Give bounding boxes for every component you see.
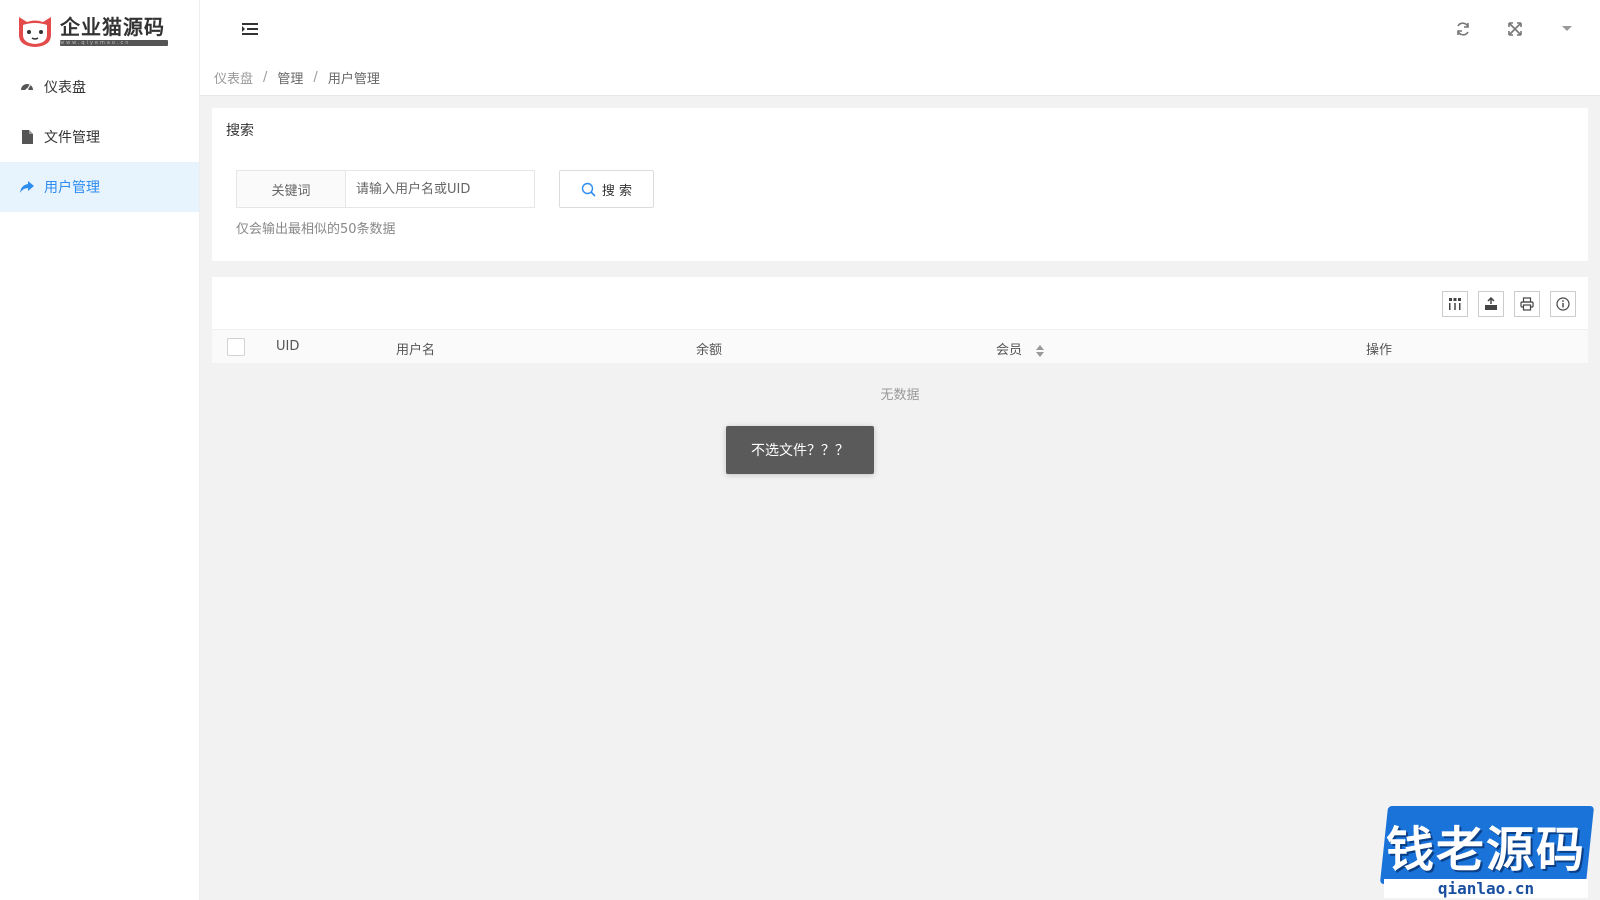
logo[interactable]: 企业猫源码 www.qiyemao.cn — [0, 0, 199, 62]
breadcrumb-item[interactable]: 仪表盘 — [214, 68, 253, 87]
sidebar-item-files[interactable]: 文件管理 — [0, 112, 199, 162]
export-icon[interactable] — [1478, 291, 1504, 317]
breadcrumb-separator: / — [313, 70, 318, 85]
keyword-input-group: 关键词 — [236, 170, 535, 208]
select-all-checkbox[interactable] — [227, 338, 245, 356]
search-card-title: 搜索 — [226, 123, 254, 139]
logo-subtitle: www.qiyemao.cn — [60, 39, 168, 46]
sidebar-item-label: 仪表盘 — [44, 80, 86, 96]
columns-icon[interactable] — [1442, 291, 1468, 317]
keyword-label: 关键词 — [236, 170, 345, 208]
sidebar-item-label: 文件管理 — [44, 130, 100, 146]
search-hint: 仅会输出最相似的50条数据 — [236, 222, 396, 237]
share-arrow-icon — [20, 180, 34, 194]
sidebar: 企业猫源码 www.qiyemao.cn 仪表盘 文件管理 用户管理 — [0, 0, 200, 900]
watermark: 钱老源码 qianlao.cn — [1370, 792, 1600, 900]
dropdown-caret-icon[interactable] — [1558, 20, 1576, 38]
keyword-input[interactable] — [345, 170, 535, 208]
print-icon[interactable] — [1514, 291, 1540, 317]
search-icon — [581, 182, 596, 197]
search-button-label: 搜 索 — [601, 183, 633, 199]
column-header-uid: UID — [276, 339, 300, 354]
empty-state: 无数据 — [880, 388, 920, 403]
fullscreen-icon[interactable] — [1506, 20, 1524, 38]
info-icon[interactable] — [1550, 291, 1576, 317]
toast-message: 不选文件？？？ — [726, 426, 874, 474]
breadcrumb-separator: / — [263, 70, 268, 85]
sidebar-item-users[interactable]: 用户管理 — [0, 162, 199, 212]
column-header-username: 用户名 — [396, 343, 436, 358]
watermark-url: qianlao.cn — [1384, 879, 1588, 898]
column-header-member-label: 会员 — [996, 343, 1023, 358]
search-card: 搜索 关键词 搜 索 仅会输出最相似的50条数据 — [212, 108, 1588, 261]
dashboard-icon — [20, 80, 34, 94]
search-button[interactable]: 搜 索 — [559, 170, 654, 208]
file-icon — [20, 130, 34, 144]
breadcrumb: 仪表盘 / 管理 / 用户管理 — [200, 60, 1600, 96]
column-header-member[interactable]: 会员 — [996, 339, 1045, 358]
cat-logo-icon — [19, 17, 51, 47]
table-header: UID 用户名 余额 会员 操作 — [212, 329, 1588, 363]
breadcrumb-item[interactable]: 管理 — [277, 68, 303, 87]
column-header-actions: 操作 — [1366, 343, 1393, 358]
column-header-balance: 余额 — [696, 343, 723, 358]
top-header — [200, 0, 1600, 60]
table-card: UID 用户名 余额 会员 操作 — [212, 277, 1588, 363]
logo-title: 企业猫源码 — [60, 14, 165, 39]
sidebar-item-label: 用户管理 — [44, 180, 100, 196]
sort-icon[interactable] — [1036, 344, 1045, 357]
sidebar-item-dashboard[interactable]: 仪表盘 — [0, 62, 199, 112]
breadcrumb-item: 用户管理 — [327, 72, 380, 87]
watermark-text: 钱老源码 — [1385, 822, 1586, 878]
table-toolbar — [1442, 291, 1576, 317]
refresh-icon[interactable] — [1454, 20, 1472, 38]
menu-fold-icon[interactable] — [242, 22, 258, 40]
